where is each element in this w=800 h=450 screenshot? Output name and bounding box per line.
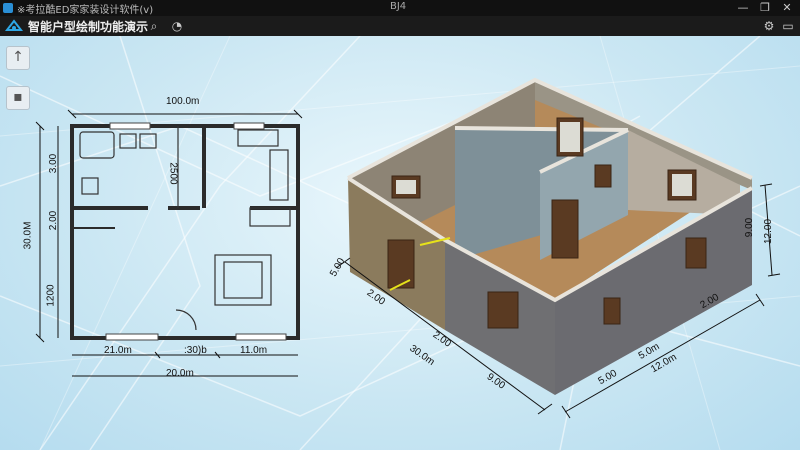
model-dim-side-a: 9.00 (744, 217, 756, 238)
model-dim-side-b: 12.00 (763, 218, 775, 245)
house-model-3d[interactable] (0, 0, 800, 450)
